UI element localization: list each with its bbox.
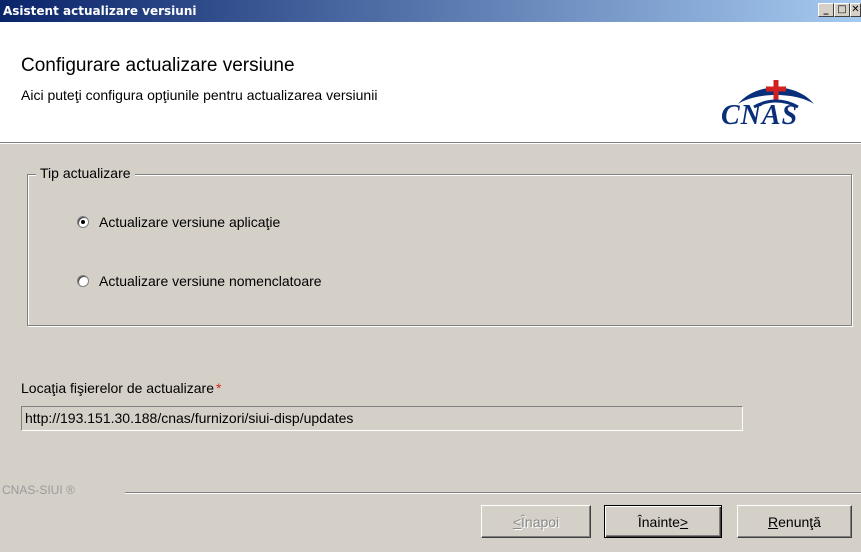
cancel-button[interactable]: Renunţă (737, 505, 852, 538)
required-marker: * (216, 380, 222, 396)
back-button-prefix: < (512, 513, 522, 530)
back-button[interactable]: < Înapoi (481, 505, 591, 538)
radio-app-version[interactable]: Actualizare versiune aplicaţie (77, 212, 280, 232)
page-title: Configurare actualizare versiune (21, 55, 295, 76)
next-button-suffix: > (679, 513, 689, 530)
radio-nomenclature-version-label: Actualizare versiune nomenclatoare (99, 273, 322, 289)
footer-brand: CNAS-SIUI ® (2, 483, 75, 497)
update-type-group (27, 174, 852, 326)
radio-selected-icon[interactable] (77, 216, 89, 228)
next-button-label: Înainte (637, 513, 680, 530)
minimize-button[interactable]: _ (818, 3, 834, 17)
maximize-button[interactable]: □ (834, 3, 850, 17)
next-button[interactable]: Înainte > (604, 505, 722, 538)
page-subtitle: Aici puteţi configura opţiunile pentru a… (21, 87, 378, 103)
window-titlebar: Asistent actualizare versiuni (0, 0, 861, 22)
wizard-header: Configurare actualizare versiune Aici pu… (0, 22, 861, 143)
location-label: Locaţia fişierelor de actualizare * (21, 380, 221, 396)
cnas-logo: CNAS (716, 74, 846, 144)
location-label-text: Locaţia fişierelor de actualizare (21, 380, 214, 396)
logo-text: CNAS (721, 100, 799, 131)
close-button[interactable]: ✕ (850, 3, 861, 17)
location-field[interactable]: http://193.151.30.188/cnas/furnizori/siu… (21, 406, 743, 431)
footer-divider (125, 492, 861, 494)
back-button-label: Înapoi (521, 513, 560, 530)
update-type-group-label: Tip actualizare (36, 165, 135, 181)
header-divider (0, 143, 861, 144)
radio-app-version-label: Actualizare versiune aplicaţie (99, 214, 281, 230)
cancel-button-label: enunţă (778, 513, 821, 530)
radio-nomenclature-version[interactable]: Actualizare versiune nomenclatoare (77, 271, 322, 291)
cancel-button-accel: R (768, 513, 779, 530)
radio-unselected-icon[interactable] (77, 275, 89, 287)
window-title: Asistent actualizare versiuni (3, 4, 197, 18)
